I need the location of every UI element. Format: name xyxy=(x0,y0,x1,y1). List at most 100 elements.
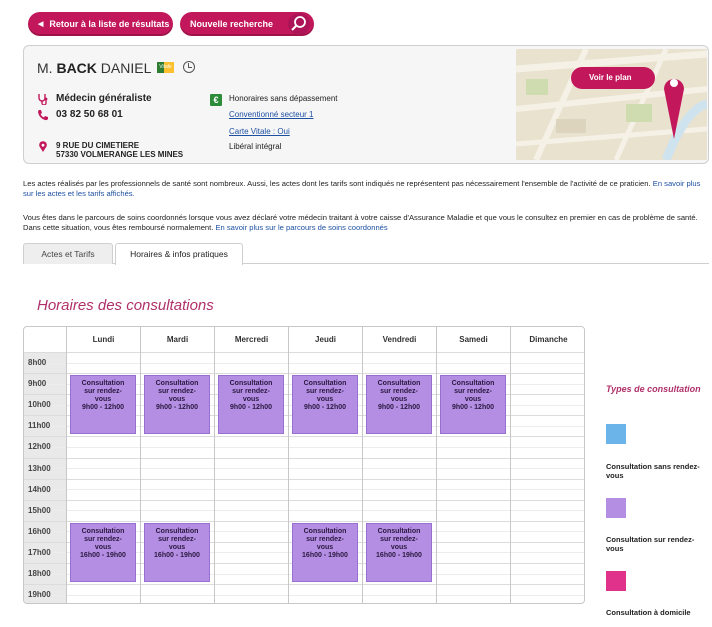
day-header-dimanche: Dimanche xyxy=(510,327,584,352)
hour-label: 13h00 xyxy=(28,463,51,473)
slot-text: 16h00 - 19h00 xyxy=(80,551,126,559)
back-to-results-button[interactable]: ◀ Retour à la liste de résultats xyxy=(28,12,173,36)
slot-morning-mardi[interactable]: Consultation sur rendez-vous 9h00 - 12h00 xyxy=(144,375,210,435)
hour-label: 19h00 xyxy=(28,590,51,600)
grid-line xyxy=(24,352,584,353)
convention-link[interactable]: Conventionné secteur 1 xyxy=(229,110,314,119)
hour-label: 14h00 xyxy=(28,484,51,494)
legend-title: Types de consultation xyxy=(606,384,701,394)
new-search-label: Nouvelle recherche xyxy=(190,19,274,29)
doctor-phone[interactable]: 03 82 50 68 01 xyxy=(56,109,123,120)
clock-icon[interactable] xyxy=(183,61,195,73)
slot-text: sur rendez- xyxy=(84,388,122,396)
legend-label: Consultation sans rendez-vous xyxy=(606,462,700,480)
slot-text: Consultation xyxy=(81,380,125,388)
grid-line xyxy=(24,594,584,596)
slot-text: vous xyxy=(242,396,260,404)
doctor-first-name: DANIEL xyxy=(100,60,152,76)
hour-label: 12h00 xyxy=(28,442,51,452)
slot-afternoon-mardi[interactable]: Consultation sur rendez-vous 16h00 - 19h00 xyxy=(144,522,210,583)
carte-vitale-link[interactable]: Carte Vitale : Oui xyxy=(229,127,290,136)
slot-text: 9h00 - 12h00 xyxy=(303,404,347,412)
tab-horaires[interactable]: Horaires & infos pratiques xyxy=(115,243,243,265)
address-line1: 9 RUE DU CIMETIERE xyxy=(56,141,140,150)
slot-text: sur rendez- xyxy=(380,388,418,396)
slot-text: Consultation xyxy=(229,380,273,388)
hour-label: 9h00 xyxy=(28,379,47,389)
slot-morning-jeudi[interactable]: Consultation sur rendez-vous 9h00 - 12h00 xyxy=(292,375,358,435)
day-header-samedi: Samedi xyxy=(436,327,510,352)
phone-icon xyxy=(38,110,48,121)
slot-morning-vendredi[interactable]: Consultation sur rendez-vous 9h00 - 12h00 xyxy=(366,375,432,435)
slot-morning-samedi[interactable]: Consultation sur rendez-vous 9h00 - 12h00 xyxy=(440,375,506,435)
grid-line xyxy=(24,499,584,501)
day-header-mercredi: Mercredi xyxy=(214,327,288,352)
map-thumbnail[interactable]: Voir le plan xyxy=(516,49,707,160)
grid-column-line xyxy=(140,327,141,603)
slot-text: sur rendez- xyxy=(306,388,344,396)
doctor-last-name: BACK xyxy=(56,60,97,76)
fees-text: Honoraires sans dépassement xyxy=(229,94,338,103)
slot-morning-mercredi[interactable]: Consultation sur rendez-vous 9h00 - 12h00 xyxy=(218,375,284,435)
slot-afternoon-vendredi[interactable]: Consultation sur rendez-vous 16h00 - 19h00 xyxy=(366,522,432,583)
grid-column-line xyxy=(288,327,289,603)
slot-afternoon-jeudi[interactable]: Consultation sur rendez-vous 16h00 - 19h00 xyxy=(292,522,358,583)
care-path-paragraph: Vous êtes dans le parcours de soins coor… xyxy=(23,213,707,233)
slot-text: 9h00 - 12h00 xyxy=(451,404,495,412)
slot-text: sur rendez- xyxy=(380,535,418,543)
slot-text: 9h00 - 12h00 xyxy=(377,404,421,412)
slot-text: vous xyxy=(94,543,112,551)
slot-text: 16h00 - 19h00 xyxy=(154,551,200,559)
acts-info-paragraph: Les actes réalisés par les professionnel… xyxy=(23,179,707,199)
grid-line xyxy=(24,489,584,491)
day-header-jeudi: Jeudi xyxy=(288,327,362,352)
slot-text: vous xyxy=(316,543,334,551)
slot-text: Consultation xyxy=(451,380,495,388)
hour-label: 15h00 xyxy=(28,505,51,515)
map-illustration xyxy=(516,49,707,160)
grid-line xyxy=(24,373,584,375)
slot-text: Consultation xyxy=(303,527,347,535)
slot-text: Consultation xyxy=(303,380,347,388)
slot-text: Consultation xyxy=(81,527,125,535)
slot-text: vous xyxy=(390,396,408,404)
location-pin-icon xyxy=(39,141,47,152)
grid-column-line xyxy=(362,327,363,603)
legend-swatch xyxy=(606,498,626,518)
doctor-name: M. BACK DANIEL xyxy=(37,60,151,76)
address-line2: 57330 VOLMERANGE LES MINES xyxy=(56,150,184,159)
search-icon xyxy=(288,13,310,35)
hour-label: 17h00 xyxy=(28,547,51,557)
tab-actes-tarifs[interactable]: Actes et Tarifs xyxy=(23,243,113,264)
euro-icon: € xyxy=(210,94,222,106)
legend-swatch xyxy=(606,424,626,444)
slot-text: sur rendez- xyxy=(158,388,196,396)
slot-text: Consultation xyxy=(377,380,421,388)
hour-label: 11h00 xyxy=(28,421,51,431)
schedule-grid: Lundi Mardi Mercredi Jeudi Vendredi Samedi Dim… xyxy=(23,326,585,604)
legend-label: Consultation à domicile xyxy=(606,608,691,617)
tab-bar: Actes et Tarifs Horaires & infos pratiqu… xyxy=(23,243,709,265)
new-search-button[interactable]: Nouvelle recherche xyxy=(180,12,314,36)
slot-text: vous xyxy=(464,396,482,404)
grid-column-line xyxy=(436,327,437,603)
legend-swatch xyxy=(606,571,626,591)
slot-text: 9h00 - 12h00 xyxy=(229,404,273,412)
slot-text: Consultation xyxy=(155,380,199,388)
day-header-vendredi: Vendredi xyxy=(362,327,436,352)
slot-text: vous xyxy=(168,396,186,404)
grid-line xyxy=(24,457,584,459)
hour-label: 18h00 xyxy=(28,569,51,578)
grid-line xyxy=(24,436,584,438)
slot-text: sur rendez- xyxy=(158,535,196,543)
slot-text: 16h00 - 19h00 xyxy=(376,551,422,559)
slot-text: 9h00 - 12h00 xyxy=(155,404,199,412)
grid-column-line xyxy=(214,327,215,603)
doctor-specialty: Médecin généraliste xyxy=(56,93,152,104)
view-map-button[interactable]: Voir le plan xyxy=(571,67,655,89)
grid-line xyxy=(24,478,584,480)
care-path-link[interactable]: En savoir plus sur le parcours de soins … xyxy=(215,223,387,232)
slot-afternoon-lundi[interactable]: Consultation sur rendez-vous 16h00 - 19h00 xyxy=(70,522,136,583)
slot-morning-lundi[interactable]: Consultation sur rendez-vous 9h00 - 12h00 xyxy=(70,375,136,435)
slot-text: sur rendez- xyxy=(84,535,122,543)
